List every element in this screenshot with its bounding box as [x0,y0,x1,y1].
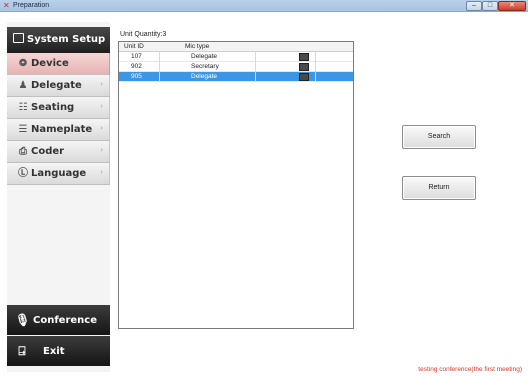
exit-label: Exit [43,346,65,357]
unit-id-cell: 905 [131,73,142,80]
close-button[interactable]: ✕ [498,1,526,11]
mic-type-cell: Secretary [191,63,219,70]
sidebar-item-delegate[interactable]: ♟ Delegate › [7,75,110,97]
system-setup-label: System Setup [27,34,106,45]
conference-label: Conference [33,315,98,326]
table-row[interactable]: 902 Secretary [119,62,353,72]
app-icon: ✕ [3,1,10,10]
sidebar-item-coder[interactable]: ⎙ Coder › [7,141,110,163]
chevron-right-icon: › [100,102,103,110]
return-button[interactable]: Return [402,176,476,200]
unit-list[interactable]: Unit ID Mic type 107 Delegate 902 Secret… [118,41,354,329]
maximize-button[interactable]: □ [482,1,498,11]
microphone-icon: 🎙 [15,313,31,327]
nameplate-icon: ☰ [18,124,28,135]
mic-type-cell: Delegate [191,53,218,60]
sidebar-item-label: Device [31,58,69,69]
mic-color-swatch[interactable] [299,63,309,71]
sidebar-item-conference[interactable]: 🎙 Conference [7,305,110,335]
table-row[interactable]: 107 Delegate [119,52,353,62]
sidebar-item-label: Coder [31,146,65,157]
chevron-right-icon: › [100,80,103,88]
coder-icon: ⎙ [19,146,27,157]
sidebar: System Setup ⭗ Device ♟ Delegate › ☷ Sea… [7,22,110,372]
monitor-icon [13,33,24,43]
status-text: testing conference(the first meeting) [418,366,522,373]
chevron-right-icon: › [100,146,103,154]
sidebar-item-exit[interactable]: ⍈ Exit [7,336,110,366]
window-title: Preparation [13,2,50,9]
mic-type-cell: Delegate [191,73,218,80]
sidebar-item-label: Seating [31,102,75,113]
system-setup-header[interactable]: System Setup [7,27,110,53]
person-icon: ♟ [18,80,28,91]
sidebar-item-nameplate[interactable]: ☰ Nameplate › [7,119,110,141]
language-icon: Ⓛ [18,168,28,179]
search-button[interactable]: Search [402,125,476,149]
mic-color-swatch[interactable] [299,73,309,81]
table-row-selected[interactable]: 905 Delegate [119,72,353,82]
device-icon: ⭗ [19,58,27,69]
sidebar-item-seating[interactable]: ☷ Seating › [7,97,110,119]
grid-icon: ☷ [18,102,28,113]
chevron-right-icon: › [100,168,103,176]
sidebar-item-language[interactable]: Ⓛ Language › [7,163,110,185]
unit-quantity-label: Unit Quantity:3 [120,31,167,38]
column-header-unit-id[interactable]: Unit ID [124,43,144,50]
sidebar-item-device[interactable]: ⭗ Device [7,53,110,75]
sidebar-item-label: Delegate [31,80,82,91]
exit-door-icon: ⍈ [18,344,26,358]
unit-id-cell: 902 [131,63,142,70]
chevron-right-icon: › [100,124,103,132]
unit-id-cell: 107 [131,53,142,60]
column-header-mic-type[interactable]: Mic type [185,43,209,50]
minimize-button[interactable]: – [466,1,482,11]
title-bar: ✕ Preparation – □ ✕ [0,0,528,12]
sidebar-item-label: Language [31,168,87,179]
mic-color-swatch[interactable] [299,53,309,61]
sidebar-item-label: Nameplate [31,124,93,135]
list-header: Unit ID Mic type [119,42,353,52]
